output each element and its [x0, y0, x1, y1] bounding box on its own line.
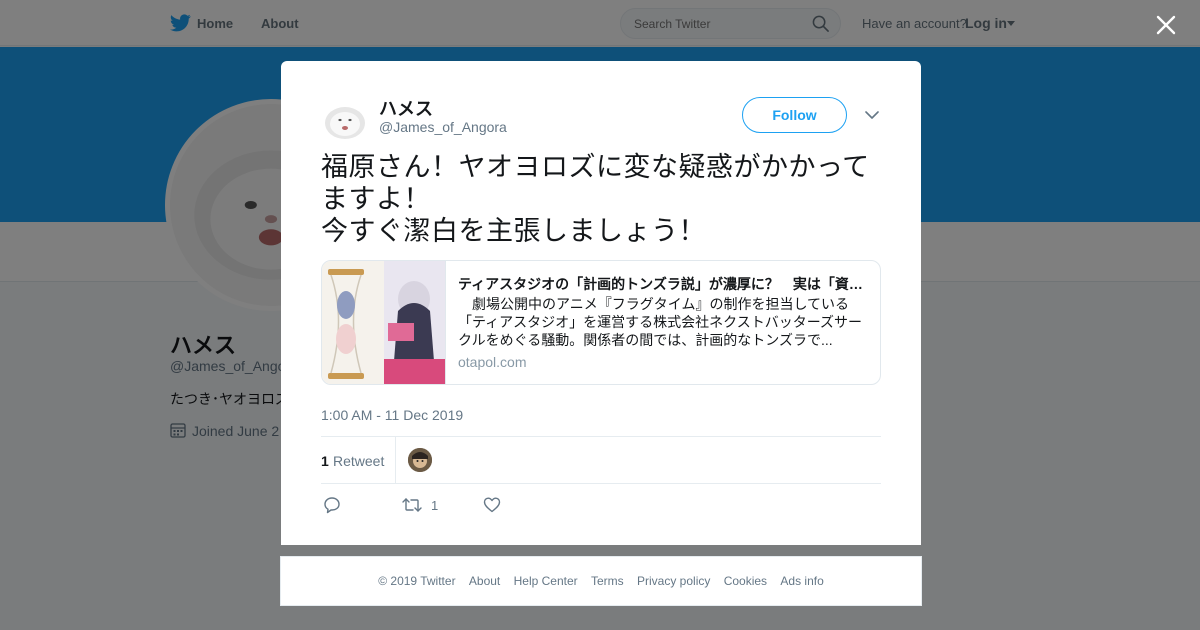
- author-name[interactable]: ハメス: [379, 95, 433, 121]
- footer-link-terms[interactable]: Terms: [591, 574, 624, 588]
- footer-link-cookies[interactable]: Cookies: [724, 574, 767, 588]
- retweet-count[interactable]: 1: [321, 453, 329, 469]
- retweeter-avatar[interactable]: [408, 448, 432, 472]
- footer-link-help-center[interactable]: Help Center: [514, 574, 578, 588]
- tweet-timestamp[interactable]: 1:00 AM - 11 Dec 2019: [321, 407, 463, 423]
- follow-button[interactable]: Follow: [742, 97, 847, 133]
- angora-cat-image: [321, 95, 369, 143]
- author-handle[interactable]: @James_of_Angora: [379, 119, 507, 135]
- retweet-icon[interactable]: [402, 496, 422, 514]
- footer-link-ads-info[interactable]: Ads info: [780, 574, 823, 588]
- card-description: 劇場公開中のアニメ『フラグタイム』の制作を担当している「ティアスタジオ」を運営す…: [458, 296, 863, 348]
- retweet-label[interactable]: Retweet: [333, 453, 384, 469]
- link-card[interactable]: ティアスタジオの「計画的トンズラ説」が濃厚に？ 実は「資… 劇場公開中のアニメ『…: [321, 260, 881, 385]
- chevron-down-icon[interactable]: [865, 110, 879, 120]
- tweet-text: 福原さん！ヤオヨロズに変な疑惑がかかってますよ！ 今すぐ潔白を主張しましょう！: [321, 152, 870, 247]
- footer-link-privacy-policy[interactable]: Privacy policy: [637, 574, 710, 588]
- card-title[interactable]: ティアスタジオの「計画的トンズラ説」が濃厚に？ 実は「資…: [458, 274, 866, 294]
- tweet-stats: 1 Retweet: [321, 436, 881, 484]
- tweet-modal: ハメス @James_of_Angora Follow 福原さん！ヤオヨロズに変…: [281, 61, 921, 545]
- card-domain: otapol.com: [458, 354, 527, 370]
- close-icon[interactable]: [1154, 13, 1178, 37]
- footer: © 2019 Twitter About Help Center Terms P…: [280, 556, 922, 606]
- stats-divider: [395, 437, 396, 483]
- action-retweet-count: 1: [431, 498, 439, 513]
- footer-link-about[interactable]: About: [469, 574, 500, 588]
- author-avatar[interactable]: [321, 95, 369, 143]
- like-icon[interactable]: [483, 496, 501, 514]
- footer-copyright: © 2019 Twitter: [378, 574, 456, 588]
- card-thumbnail: [322, 261, 446, 384]
- reply-icon[interactable]: [323, 496, 341, 514]
